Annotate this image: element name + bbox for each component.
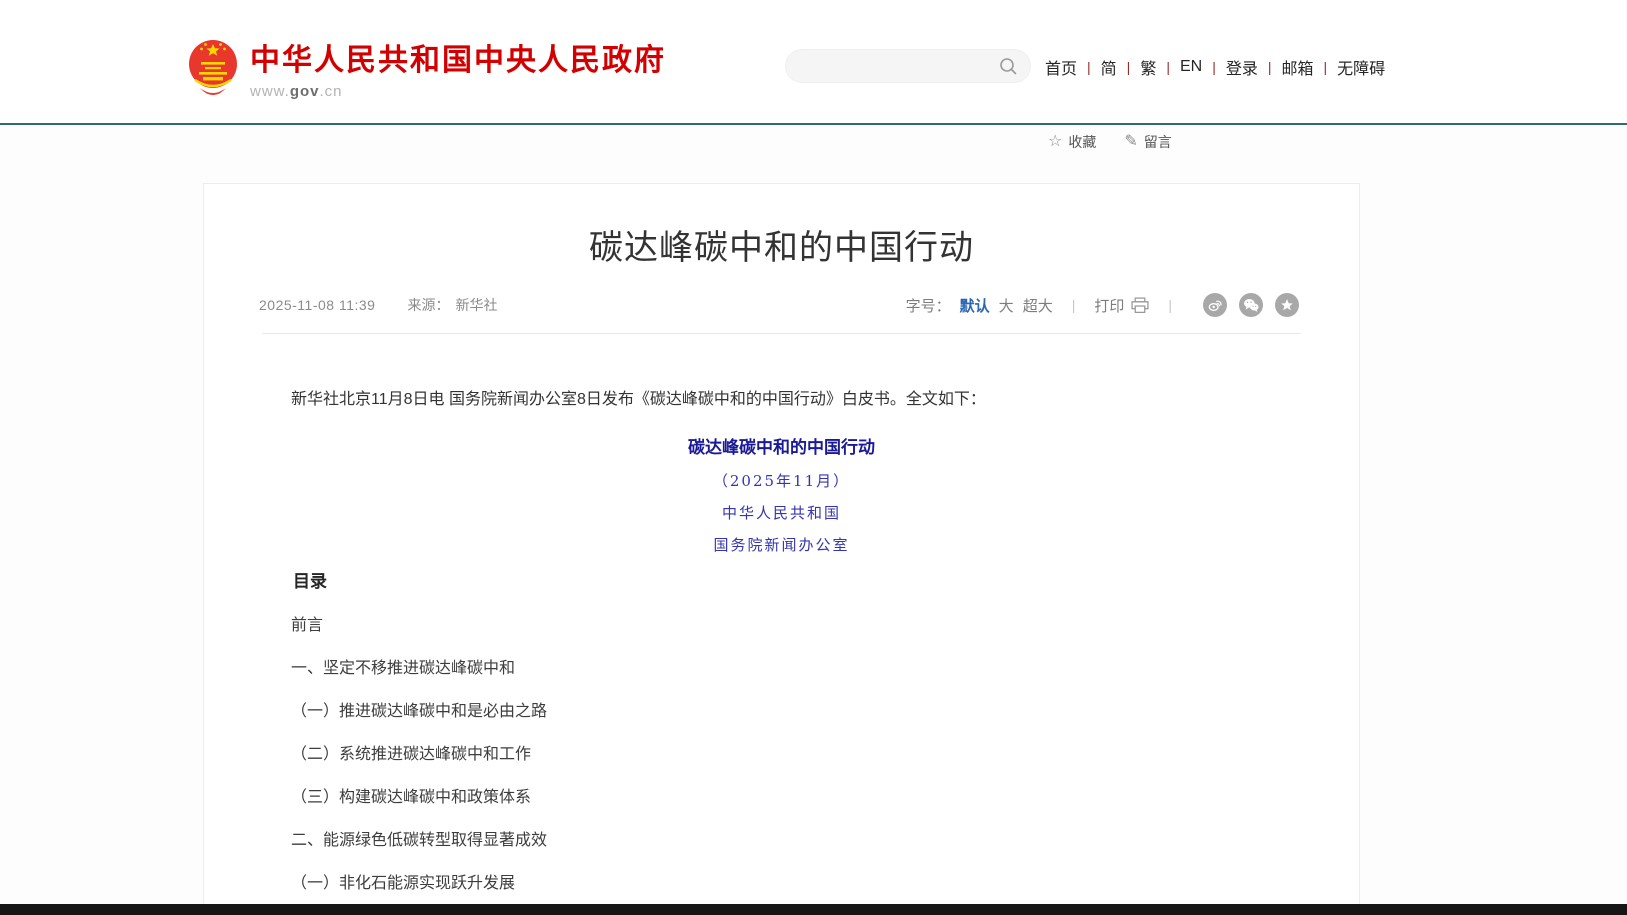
toc-heading: 目录	[259, 570, 1304, 594]
message-link[interactable]: ✎ 留言	[1124, 132, 1171, 152]
fontsize-xlarge-button[interactable]: 超大	[1023, 295, 1053, 316]
nav-home[interactable]: 首页	[1045, 55, 1077, 79]
fontsize-label: 字号：	[906, 295, 951, 316]
top-nav: 首页 | 简 | 繁 | EN | 登录 | 邮箱 | 无障碍	[1045, 54, 1385, 80]
star-outline-icon: ☆	[1048, 134, 1062, 150]
publish-date: 2025-11-08 11:39	[259, 297, 375, 313]
favorite-label: 收藏	[1068, 132, 1096, 152]
bottom-edge-bar	[0, 904, 1627, 915]
toc-item: 二、能源绿色低碳转型取得显著成效	[259, 830, 1304, 852]
pencil-icon: ✎	[1124, 134, 1137, 150]
print-button[interactable]: 打印	[1094, 295, 1149, 316]
article-meta-row: 2025-11-08 11:39 来源： 新华社 字号： 默认 大 超大 | 打…	[204, 292, 1359, 318]
article-card: 碳达峰碳中和的中国行动 2025-11-08 11:39 来源： 新华社 字号：…	[203, 183, 1360, 915]
nav-separator: |	[1127, 59, 1131, 75]
site-url: www.gov.cn	[250, 83, 666, 100]
nav-english[interactable]: EN	[1180, 58, 1202, 76]
document-org-line1: 中华人民共和国	[259, 503, 1304, 524]
nav-separator: |	[1212, 59, 1216, 75]
meta-divider-line	[262, 333, 1301, 334]
nav-accessibility[interactable]: 无障碍	[1337, 55, 1385, 79]
national-emblem-icon	[188, 38, 238, 96]
article-body: 新华社北京11月8日电 国务院新闻办公室8日发布《碳达峰碳中和的中国行动》白皮书…	[204, 388, 1359, 895]
share-qzone-button[interactable]	[1275, 293, 1299, 317]
action-links: ☆ 收藏 ✎ 留言	[1048, 132, 1172, 152]
nav-separator: |	[1268, 59, 1272, 75]
wechat-icon	[1243, 298, 1259, 312]
source-label: 来源：	[407, 295, 449, 315]
toc-item: （三）构建碳达峰碳中和政策体系	[259, 787, 1304, 809]
message-label: 留言	[1144, 132, 1172, 152]
document-title: 碳达峰碳中和的中国行动	[259, 436, 1304, 460]
share-weibo-button[interactable]	[1203, 293, 1227, 317]
toc-item: （一）非化石能源实现跃升发展	[259, 873, 1304, 895]
search-input[interactable]	[786, 58, 999, 74]
qzone-star-icon	[1280, 298, 1294, 312]
weibo-icon	[1207, 297, 1223, 313]
nav-separator: |	[1324, 59, 1328, 75]
article-title: 碳达峰碳中和的中国行动	[204, 228, 1359, 268]
toc-item: （二）系统推进碳达峰碳中和工作	[259, 744, 1304, 766]
article-meta-left: 2025-11-08 11:39 来源： 新华社	[259, 295, 497, 315]
toc-item: 前言	[259, 615, 1304, 637]
search-box[interactable]	[785, 49, 1031, 83]
printer-icon	[1131, 297, 1149, 314]
nav-separator: |	[1166, 59, 1170, 75]
fontsize-default-button[interactable]: 默认	[960, 295, 990, 316]
page: 中华人民共和国中央人民政府 www.gov.cn 首页 | 简 | 繁 | EN | 登…	[0, 0, 1627, 915]
nav-traditional[interactable]: 繁	[1140, 55, 1156, 79]
search-icon[interactable]	[999, 57, 1017, 75]
meta-separator: |	[1168, 297, 1172, 313]
toc-item: 一、坚定不移推进碳达峰碳中和	[259, 658, 1304, 680]
nav-mail[interactable]: 邮箱	[1282, 55, 1314, 79]
nav-simplified[interactable]: 简	[1101, 55, 1117, 79]
favorite-link[interactable]: ☆ 收藏	[1048, 132, 1096, 152]
article-meta-right: 字号： 默认 大 超大 | 打印 |	[906, 293, 1299, 317]
document-org-line2: 国务院新闻办公室	[259, 535, 1304, 556]
toc-item: （一）推进碳达峰碳中和是必由之路	[259, 701, 1304, 723]
share-wechat-button[interactable]	[1239, 293, 1263, 317]
logo-text: 中华人民共和国中央人民政府 www.gov.cn	[250, 38, 666, 100]
document-date: （2025年11月）	[259, 471, 1304, 492]
site-logo[interactable]: 中华人民共和国中央人民政府 www.gov.cn	[188, 38, 666, 100]
meta-separator: |	[1072, 297, 1076, 313]
site-title: 中华人民共和国中央人民政府	[250, 44, 666, 78]
nav-separator: |	[1087, 59, 1091, 75]
site-header: 中华人民共和国中央人民政府 www.gov.cn 首页 | 简 | 繁 | EN | 登…	[0, 0, 1627, 123]
source-value: 新华社	[455, 295, 497, 315]
header-divider-line	[0, 123, 1627, 125]
nav-login[interactable]: 登录	[1226, 55, 1258, 79]
print-label: 打印	[1094, 295, 1124, 316]
lead-paragraph: 新华社北京11月8日电 国务院新闻办公室8日发布《碳达峰碳中和的中国行动》白皮书…	[259, 388, 1304, 412]
fontsize-large-button[interactable]: 大	[999, 295, 1014, 316]
